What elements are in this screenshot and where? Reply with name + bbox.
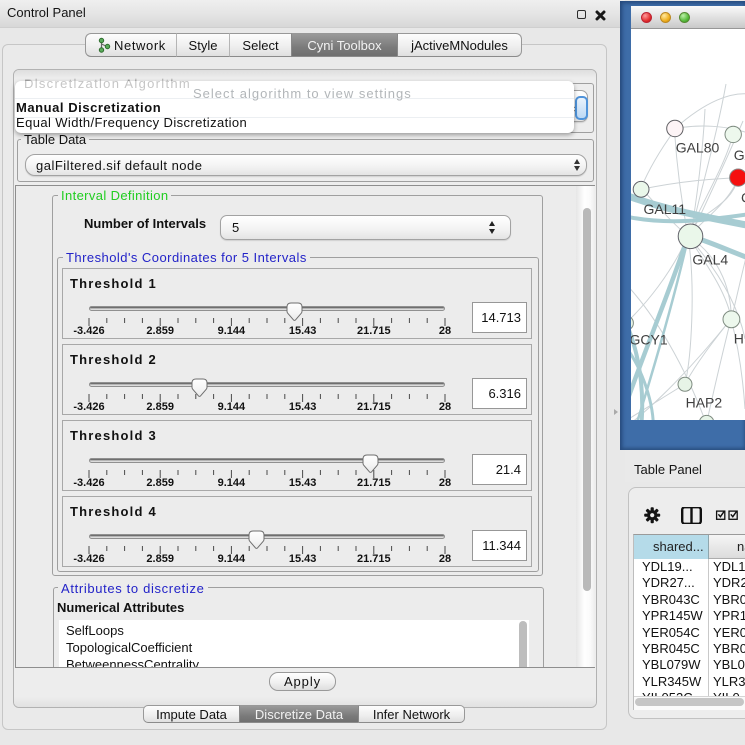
- svg-text:HAP2: HAP2: [686, 395, 723, 411]
- svg-text:GAL4: GAL4: [692, 252, 728, 268]
- svg-text:CD: CD: [741, 190, 745, 206]
- svg-text:HI: HI: [734, 331, 745, 347]
- svg-text:GAL80: GAL80: [676, 140, 720, 156]
- svg-text:GAL11: GAL11: [644, 201, 687, 217]
- svg-text:GA: GA: [734, 147, 745, 163]
- svg-text:GCY1: GCY1: [631, 332, 668, 348]
